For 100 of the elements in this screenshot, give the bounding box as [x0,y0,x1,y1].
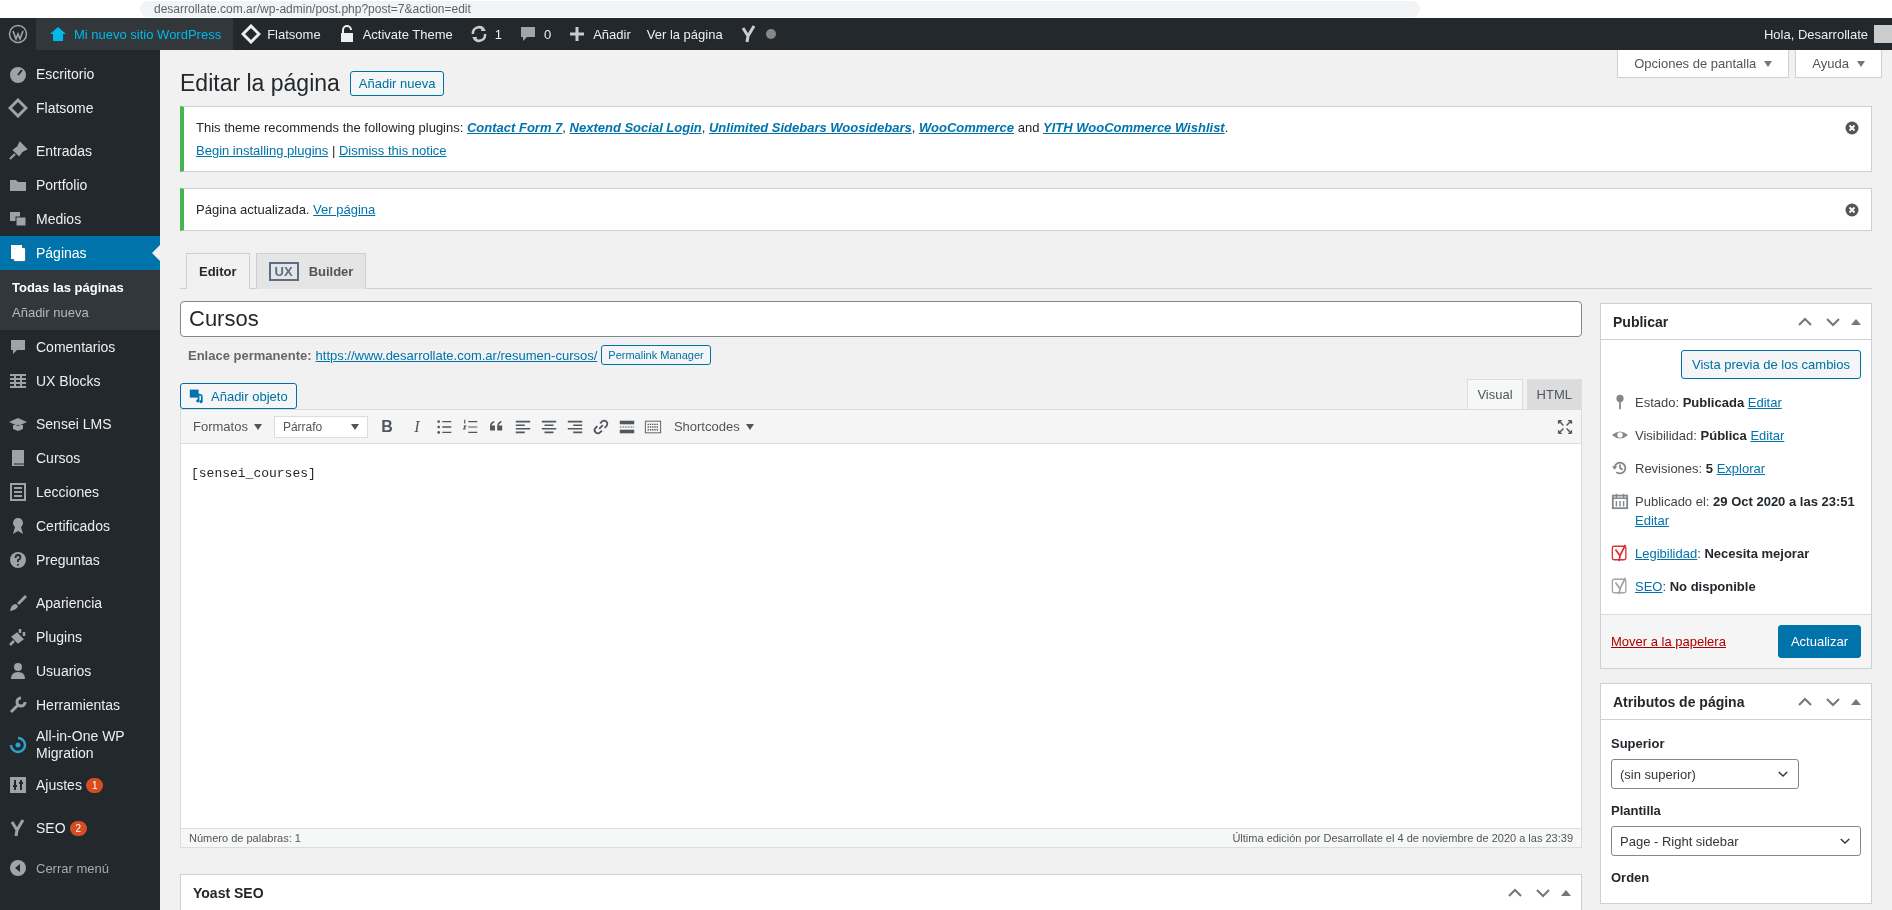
brush-icon [8,593,28,613]
toolbar-link[interactable]: Ver la página [638,18,731,50]
format-select[interactable]: Párrafo [273,415,368,438]
speech-bubble-icon [8,337,28,357]
close-icon[interactable] [1845,121,1859,135]
word-count: Número de palabras: 1 [189,832,301,844]
collapse-triangle-icon[interactable] [1851,698,1861,705]
menu-item[interactable]: Lecciones [0,475,160,509]
toolbar-dropdown[interactable]: Formatos [189,419,266,434]
toolbar-link[interactable]: 1 [460,18,510,50]
home-icon [48,24,68,44]
link-icon[interactable] [591,417,610,436]
edit-link[interactable]: Editar [1635,513,1669,528]
toolbar-link[interactable]: Activate Theme [328,18,461,50]
menu-item[interactable]: Portfolio [0,168,160,202]
site-name-link[interactable]: Mi nuevo sitio WordPress [36,18,234,50]
menu-item[interactable]: Preguntas [0,543,160,577]
menu-item[interactable]: Apariencia [0,586,160,620]
editor-tab[interactable]: Editor [186,253,250,289]
diamond-icon [8,98,28,118]
menu-item[interactable]: Plugins [0,620,160,654]
count-badge: 2 [69,820,88,836]
screen-meta-toggle[interactable]: Opciones de pantalla [1617,50,1790,78]
menu-item[interactable]: Usuarios [0,654,160,688]
bullet-list-icon[interactable] [435,417,454,436]
menu-item[interactable]: Certificados [0,509,160,543]
menu-item[interactable]: Medios [0,202,160,236]
history-icon [1611,459,1629,477]
edit-link[interactable]: Editar [1750,428,1785,443]
page-title: Editar la página [180,70,340,97]
toolbar-link[interactable]: Añadir [559,18,639,50]
editor-tab[interactable]: UX Builder [255,253,367,289]
notice-link[interactable]: Begin installing plugins [196,143,329,158]
images-icon [8,209,28,229]
notice-text: This theme recommends the following plugins: Contact Form 7, Nextend Social Login, Unlimited Sidebars Woosidebars, WooCommerce and YITH WooCommerce Wishlist. [196,120,1229,135]
format-button[interactable]: I [405,417,428,436]
calendar-icon [1611,492,1629,510]
editor-mode-tab[interactable]: Visual [1467,379,1523,409]
screen-meta-toggle[interactable]: Ayuda [1795,50,1882,78]
notice-link[interactable]: Contact Form 7 [466,120,563,135]
list-icon [8,482,28,502]
panel-title: Publicar [1613,313,1669,330]
trash-link[interactable]: Mover a la papelera [1611,634,1726,649]
menu-item[interactable]: Cursos [0,441,160,475]
address-bar[interactable]: desarrollate.com.ar/wp-admin/post.php?post=7&action=edit [140,1,1420,17]
notice-link[interactable]: Nextend Social Login [569,120,702,135]
menu-item[interactable]: Ajustes 1 [0,768,160,802]
permalink-label: Enlace permanente: [188,347,312,363]
circular-arrow-icon [8,735,28,755]
toolbar-link[interactable]: 0 [509,18,560,50]
edit-link[interactable]: Editar [1747,395,1782,410]
fullscreen-icon[interactable] [1557,418,1573,435]
numbered-list-icon[interactable] [461,417,480,436]
menu-item[interactable]: All-in-One WP Migration [0,722,160,768]
menu-item[interactable]: Entradas [0,134,160,168]
toolbar-link[interactable]: Flatsome [233,18,329,50]
status-text: Estado: Publicada Editar [1635,394,1782,412]
field-label: Superior [1611,736,1666,751]
permalink-manager-button[interactable]: Permalink Manager [601,345,711,365]
edit-link[interactable]: Explorar [1716,461,1766,476]
notice-link[interactable]: WooCommerce [918,120,1015,135]
notice-text: Begin installing plugins | Dismiss this notice [196,143,448,158]
format-button[interactable]: B [375,417,398,436]
close-icon[interactable] [1845,203,1859,217]
menu-item[interactable]: SEO 2 [0,811,160,845]
permalink-link[interactable]: https://www.desarrollate.com.ar/resumen-cursos/ [315,347,598,363]
media-icon [189,388,205,404]
add-media-button[interactable]: Añadir objeto [180,383,297,409]
submenu-item[interactable]: Todas las páginas [0,275,160,300]
collapse-triangle-icon[interactable] [1851,318,1861,325]
greeting-link[interactable]: Hola, Desarrollate [1763,26,1868,42]
editor-content[interactable]: [sensei_courses] [181,444,1581,828]
notice-link[interactable]: Unlimited Sidebars Woosidebars [708,120,912,135]
menu-item[interactable]: Páginas [0,236,160,270]
menu-item[interactable]: Comentarios [0,330,160,364]
parent-select[interactable]: (sin superior) [1611,759,1799,789]
editor-mode-tab[interactable]: HTML [1526,379,1582,409]
update-button[interactable]: Actualizar [1777,625,1861,658]
menu-item[interactable]: Sensei LMS [0,407,160,441]
notice-link[interactable]: Ver página [313,202,376,217]
menu-item[interactable]: Flatsome [0,91,160,125]
collapse-menu-button[interactable]: Cerrar menú [0,851,160,885]
notice-link[interactable]: Dismiss this notice [338,143,447,158]
field-label: Plantilla [1611,803,1662,818]
menu-item[interactable]: Escritorio [0,57,160,91]
notice-link[interactable]: YITH WooCommerce Wishlist [1043,120,1225,135]
panel-title: Atributos de página [1613,693,1745,710]
question-icon [8,550,28,570]
submenu-item[interactable]: Añadir nueva [0,300,160,325]
menu-item[interactable]: Herramientas [0,688,160,722]
collapse-triangle-icon[interactable] [1561,889,1571,896]
preview-button[interactable]: Vista previa de los cambios [1681,350,1861,379]
plug-icon [8,627,28,647]
notice-text: Página actualizada. Ver página [196,202,376,217]
menu-item[interactable]: UX Blocks [0,364,160,398]
status-text: Visibilidad: Pública Editar [1635,427,1785,445]
toolbar-dropdown[interactable]: Shortcodes [669,419,758,434]
template-select[interactable]: Page - Right sidebar [1611,826,1861,856]
add-new-button[interactable]: Añadir nueva [349,71,445,96]
title-field[interactable]: Cursos [180,301,1582,337]
